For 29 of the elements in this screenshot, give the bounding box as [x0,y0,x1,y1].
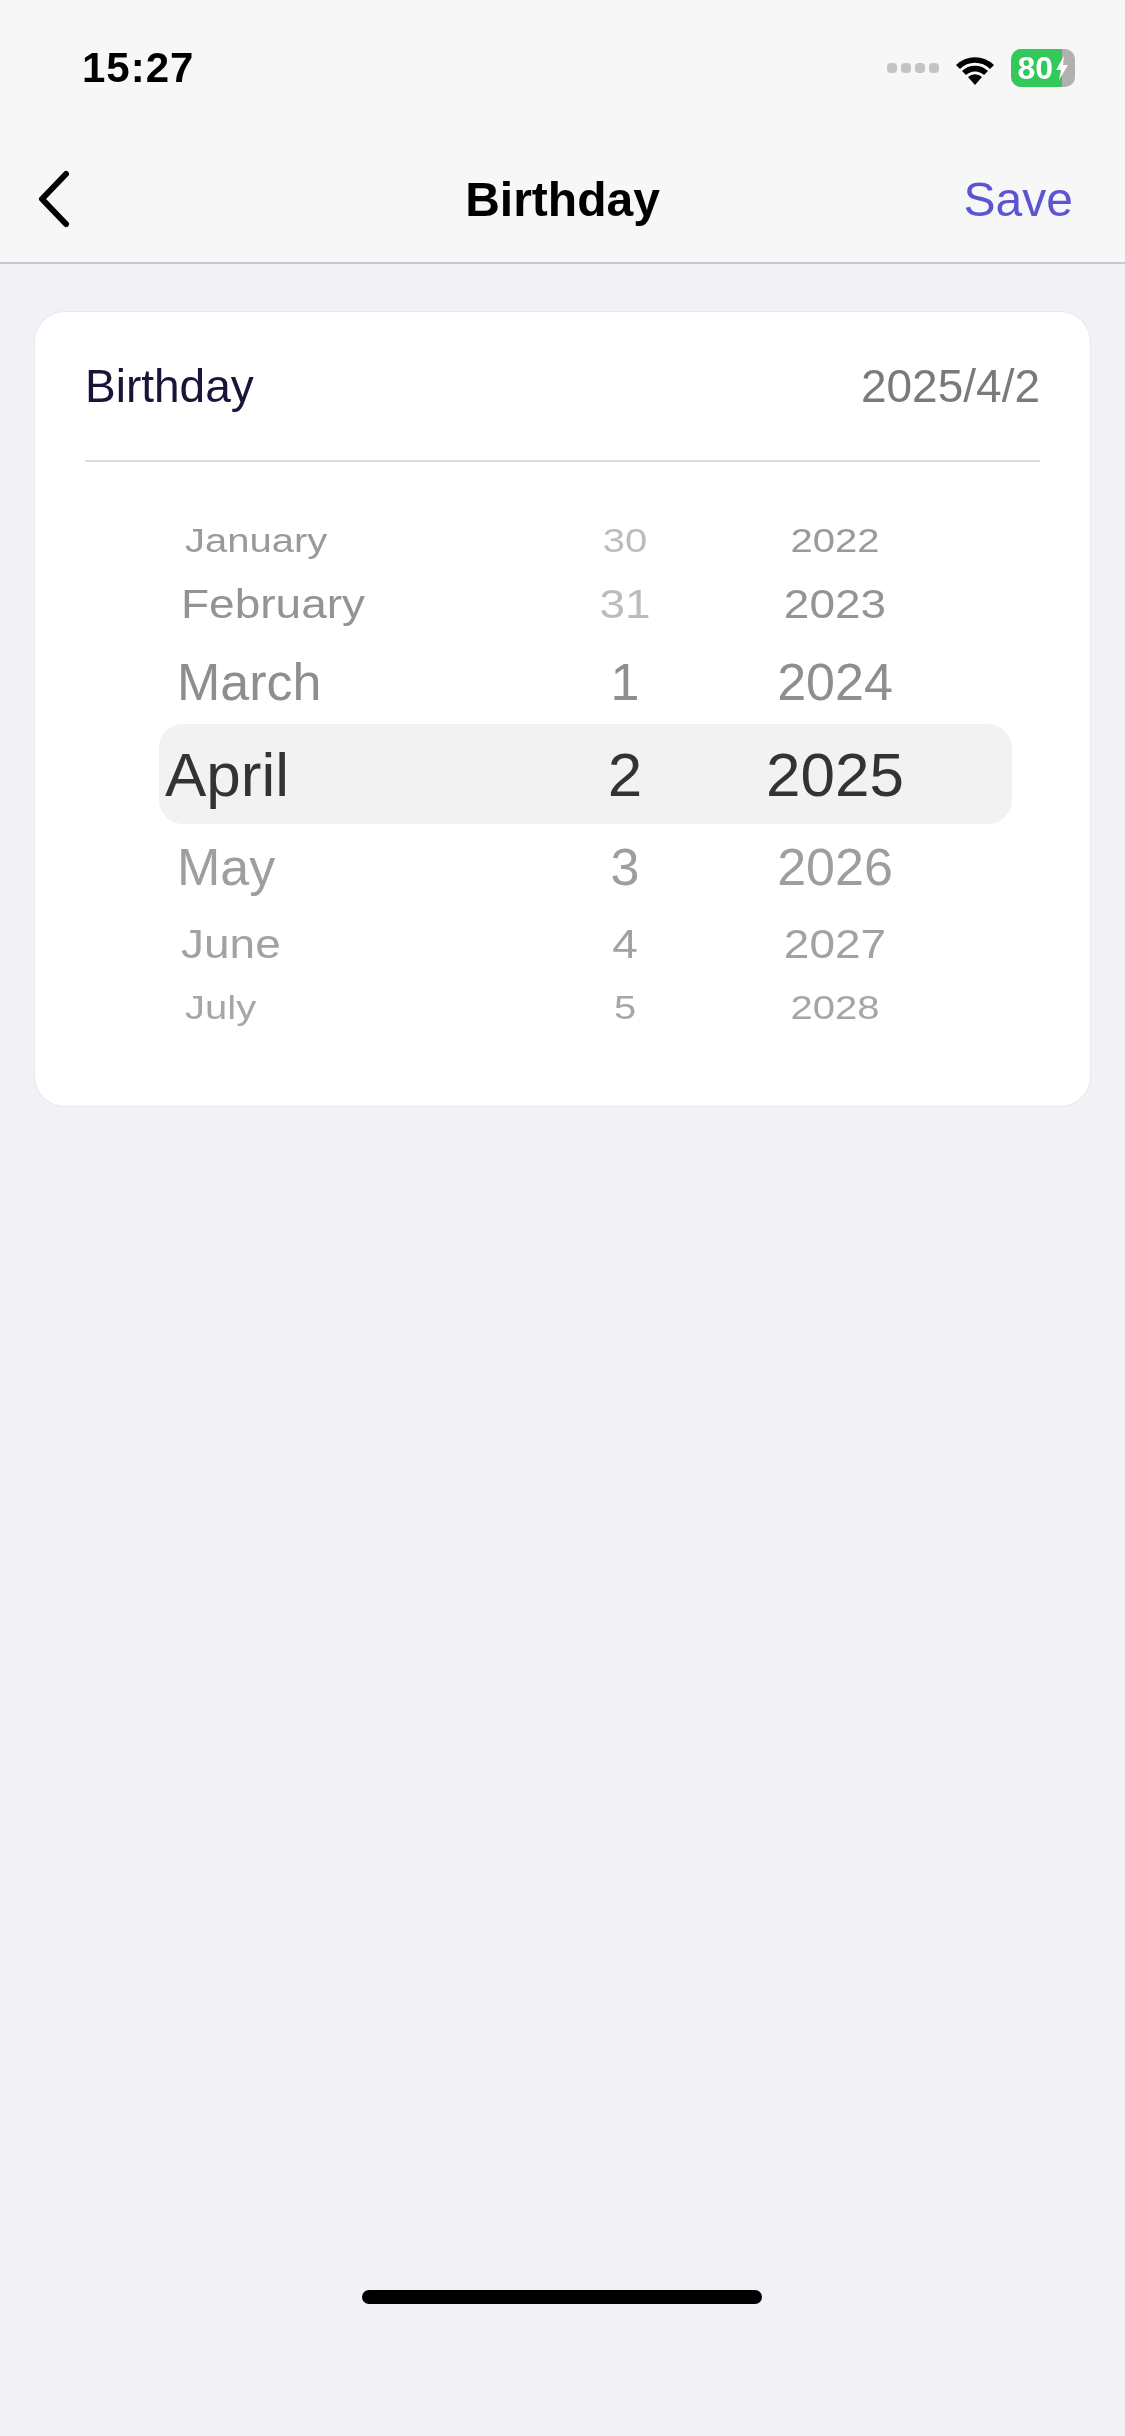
day-option[interactable]: 1 [560,651,690,712]
year-option[interactable]: 2026 [690,836,980,897]
day-option[interactable]: 2 [560,738,690,810]
battery-icon: 80 [1011,49,1075,87]
year-option[interactable]: 2027 [690,919,980,969]
day-option[interactable]: 30 [560,522,690,559]
day-option[interactable]: 3 [560,836,690,897]
save-button[interactable]: Save [963,171,1097,227]
year-option[interactable]: 2022 [690,522,980,559]
month-option[interactable]: May [177,836,560,897]
day-option[interactable]: 4 [560,919,690,969]
month-option[interactable]: February [181,579,560,629]
day-option[interactable]: 5 [560,989,690,1026]
date-picker[interactable]: January 30 2022 February 31 2023 March 1 2024 April 2 2025 May 3 2026 June 4 2027 July 5 2028 [85,462,1040,1076]
field-value: 2025/4/2 [860,359,1040,413]
year-option[interactable]: 2025 [690,738,980,810]
month-option[interactable]: March [177,651,560,712]
nav-title: Birthday [464,171,661,227]
year-option[interactable]: 2023 [690,579,980,629]
field-label: Birthday [85,359,254,413]
month-option[interactable]: January [185,522,560,559]
year-option[interactable]: 2024 [690,651,980,712]
signal-icon [887,61,940,75]
month-option[interactable]: April [165,738,560,810]
status-time: 15:27 [82,44,195,92]
day-option[interactable]: 31 [560,579,690,629]
month-option[interactable]: June [181,919,560,969]
month-option[interactable]: July [185,989,560,1026]
year-option[interactable]: 2028 [690,989,980,1026]
